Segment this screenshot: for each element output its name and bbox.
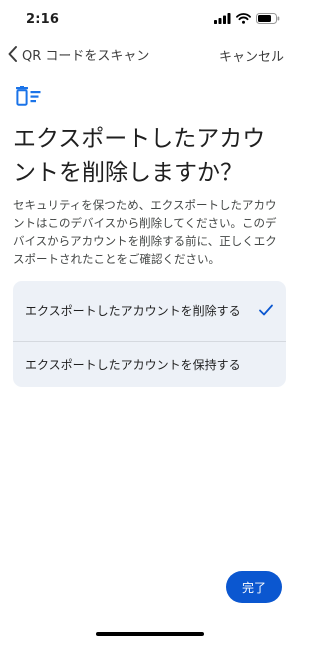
navigation-bar: QR コードをスキャン キャンセル — [0, 38, 298, 70]
page-description: セキュリティを保つため、エクスポートしたアカウントはこのデバイスから削除してくだ… — [13, 198, 277, 266]
wifi-icon — [236, 13, 251, 24]
status-time: 2:16 — [26, 12, 60, 27]
option-delete-accounts[interactable]: エクスポートしたアカウントを削除する — [13, 281, 286, 341]
back-button-label: QR コードをスキャン — [22, 48, 150, 64]
home-indicator — [96, 632, 204, 636]
status-icons — [214, 13, 280, 24]
header-icon-container — [16, 86, 42, 110]
cellular-signal-icon — [214, 13, 231, 24]
option-keep-accounts[interactable]: エクスポートしたアカウントを保持する — [13, 341, 286, 387]
option-label: エクスポートしたアカウントを保持する — [25, 357, 241, 372]
option-label: エクスポートしたアカウントを削除する — [25, 304, 241, 318]
delete-list-icon — [16, 86, 41, 106]
back-button[interactable]: QR コードをスキャン — [6, 42, 149, 66]
done-button[interactable]: 完了 — [226, 571, 282, 603]
chevron-left-icon — [8, 46, 17, 62]
status-bar: 2:16 — [0, 0, 298, 38]
cancel-button[interactable]: キャンセル — [219, 46, 284, 65]
page-title: エクスポートしたアカウントを削除しますか？ — [13, 126, 266, 186]
options-list: エクスポートしたアカウントを削除する エクスポートしたアカウントを保持する — [13, 281, 286, 387]
battery-icon — [256, 13, 280, 24]
checkmark-icon — [259, 304, 273, 316]
